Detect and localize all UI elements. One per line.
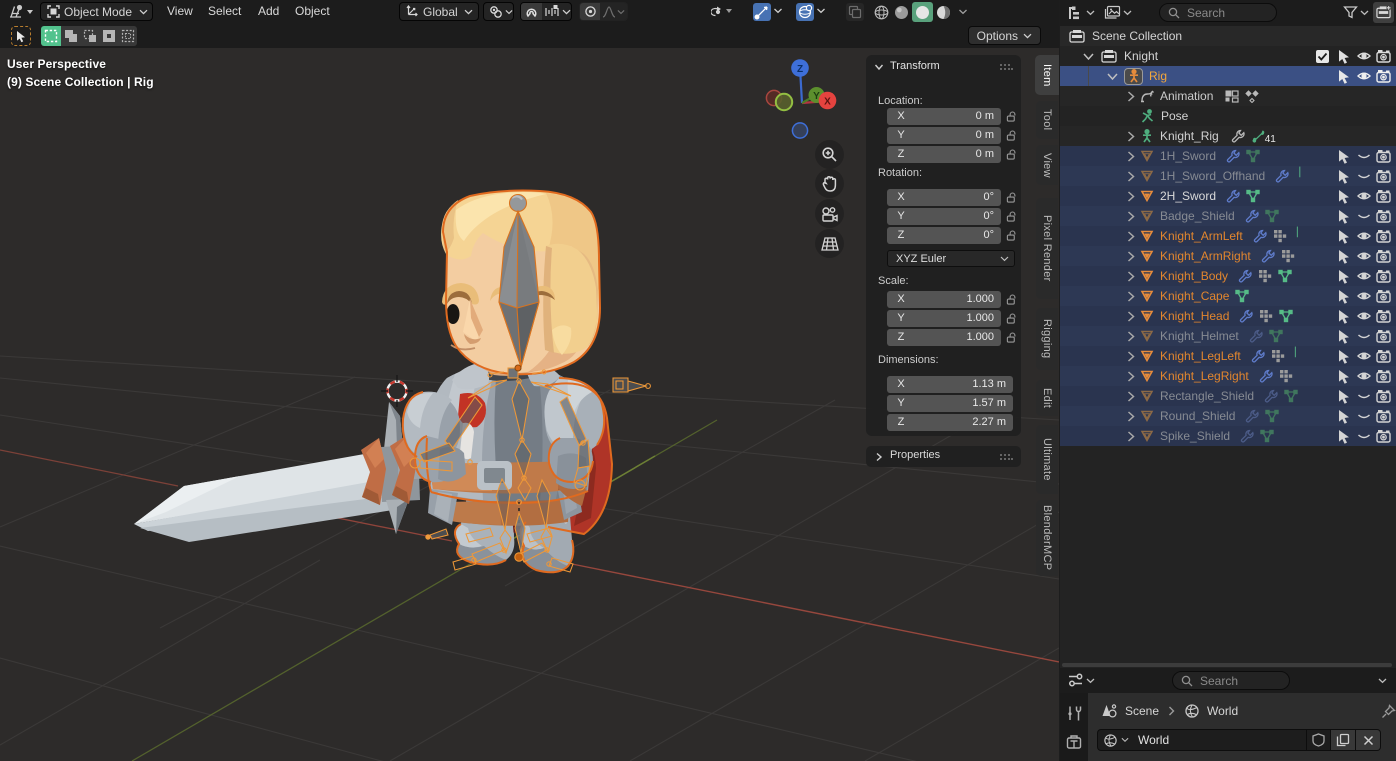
svg-text:Z: Z	[797, 64, 803, 75]
svg-text:X: X	[824, 97, 831, 108]
